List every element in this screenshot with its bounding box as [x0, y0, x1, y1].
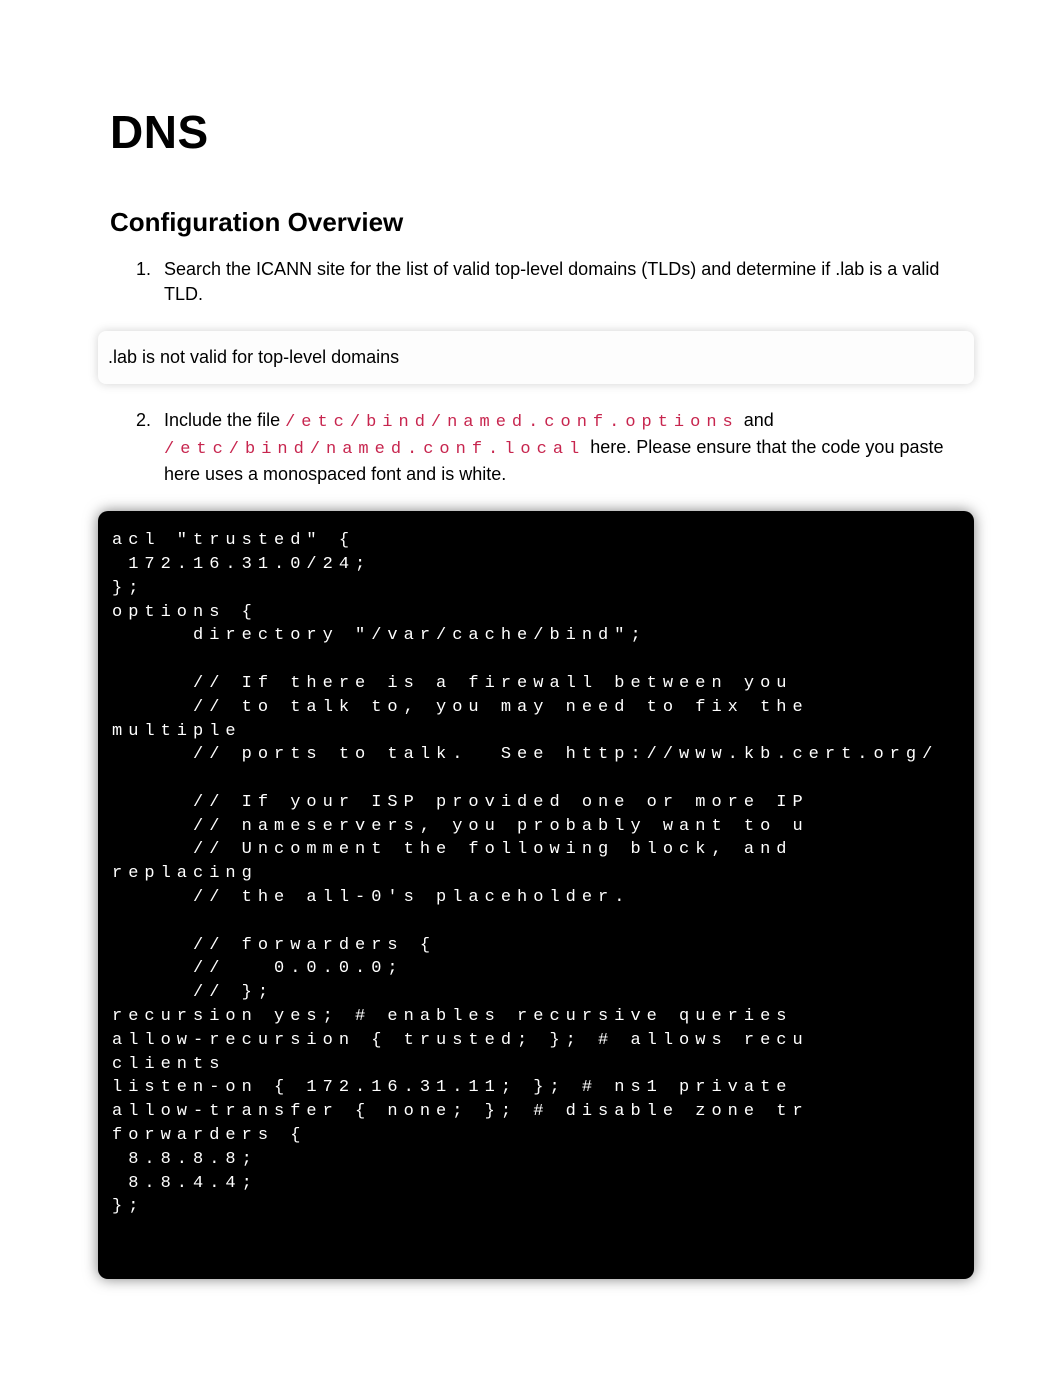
inline-code-path: /etc/bind/named.conf.local — [164, 440, 585, 459]
list-item: Search the ICANN site for the list of va… — [156, 257, 962, 307]
list-item: Include the file /etc/bind/named.conf.op… — [156, 408, 962, 487]
code-block: acl "trusted" { 172.16.31.0/24; }; optio… — [98, 511, 974, 1279]
instruction-list-cont: Include the file /etc/bind/named.conf.op… — [110, 408, 962, 487]
page-title: DNS — [110, 100, 962, 164]
list-item-text-mid: and — [739, 410, 774, 430]
document-page: DNS Configuration Overview Search the IC… — [0, 0, 1062, 1379]
instruction-list: Search the ICANN site for the list of va… — [110, 257, 962, 307]
list-item-text: Search the ICANN site for the list of va… — [164, 259, 939, 304]
inline-code-path: /etc/bind/named.conf.options — [285, 413, 739, 432]
callout-text: .lab is not valid for top-level domains — [108, 347, 399, 367]
section-heading: Configuration Overview — [110, 204, 962, 240]
callout-box: .lab is not valid for top-level domains — [98, 331, 974, 384]
list-item-text-prefix: Include the file — [164, 410, 285, 430]
